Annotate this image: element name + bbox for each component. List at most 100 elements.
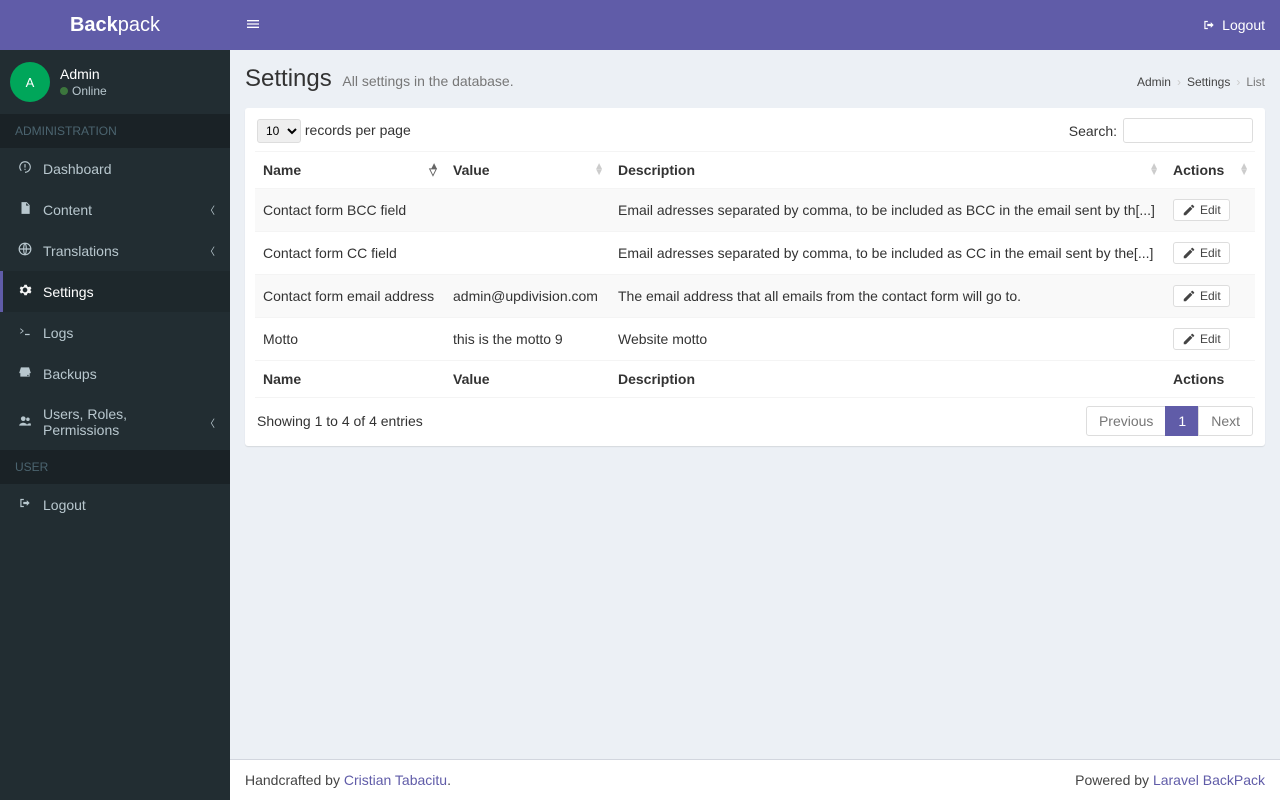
content-header: Settings All settings in the database. A…: [230, 50, 1280, 93]
col-actions[interactable]: Actions▲▼: [1165, 152, 1255, 189]
sidebar-item-label: Logout: [43, 497, 215, 513]
foot-name: Name: [255, 361, 445, 398]
sidebar-item-label: Users, Roles, Permissions: [43, 406, 205, 438]
cell-value: [445, 232, 610, 275]
page-1[interactable]: 1: [1165, 406, 1199, 436]
cell-description: Email adresses separated by comma, to be…: [610, 189, 1165, 232]
logout-button[interactable]: Logout: [1202, 17, 1265, 33]
cell-name: Contact form email address: [255, 275, 445, 318]
footer: Handcrafted by Cristian Tabacitu. Powere…: [230, 759, 1280, 800]
sidebar-item-content[interactable]: Content 〈: [0, 189, 230, 230]
sort-icon: ▲▼: [1239, 164, 1249, 176]
pencil-icon: [1182, 203, 1196, 217]
foot-value: Value: [445, 361, 610, 398]
sidebar-item-settings[interactable]: Settings: [0, 271, 230, 312]
logout-label: Logout: [1222, 17, 1265, 33]
edit-button[interactable]: Edit: [1173, 242, 1230, 264]
cell-name: Contact form BCC field: [255, 189, 445, 232]
signout-icon: [15, 496, 35, 513]
file-icon: [15, 201, 35, 218]
dashboard-icon: [15, 160, 35, 177]
edit-button[interactable]: Edit: [1173, 285, 1230, 307]
user-status: Online: [60, 85, 107, 97]
chevron-right-icon: ›: [1177, 75, 1181, 89]
pagination: Previous 1 Next: [1087, 406, 1253, 436]
cell-actions: Edit: [1165, 275, 1255, 318]
search-input[interactable]: [1123, 118, 1253, 143]
data-box: 10 records per page Search: Name▲▽ Value…: [245, 108, 1265, 446]
sidebar-item-dashboard[interactable]: Dashboard: [0, 148, 230, 189]
sidebar-item-label: Logs: [43, 325, 215, 341]
chevron-left-icon: 〈: [205, 243, 215, 258]
col-value[interactable]: Value ▲▼: [445, 152, 610, 189]
cell-description: The email address that all emails from t…: [610, 275, 1165, 318]
cell-actions: Edit: [1165, 318, 1255, 361]
user-status-text: Online: [72, 85, 107, 97]
sidebar-item-logs[interactable]: Logs: [0, 312, 230, 353]
signout-icon: [1202, 18, 1216, 32]
col-name[interactable]: Name▲▽: [255, 152, 445, 189]
page-title: Settings All settings in the database.: [245, 65, 514, 93]
nav-header-user: USER: [0, 450, 230, 484]
footer-left-suffix: .: [447, 772, 451, 788]
chevron-left-icon: 〈: [205, 415, 215, 430]
user-name: Admin: [60, 67, 107, 81]
page-subtitle: All settings in the database.: [342, 73, 513, 89]
cell-description: Email adresses separated by comma, to be…: [610, 232, 1165, 275]
brand-light: pack: [118, 14, 160, 36]
page-prev[interactable]: Previous: [1086, 406, 1166, 436]
sort-icon: ▲▼: [594, 164, 604, 176]
cell-actions: Edit: [1165, 189, 1255, 232]
breadcrumb-admin[interactable]: Admin: [1137, 75, 1171, 89]
table-row: Contact form email addressadmin@updivisi…: [255, 275, 1255, 318]
sidebar: Backpack A Admin Online ADMINISTRATION D…: [0, 0, 230, 800]
per-page-label: records per page: [305, 122, 411, 138]
chevron-right-icon: ›: [1236, 75, 1240, 89]
cell-value: [445, 189, 610, 232]
table-row: Mottothis is the motto 9Website mottoEdi…: [255, 318, 1255, 361]
footer-author-link[interactable]: Cristian Tabacitu: [344, 772, 447, 788]
col-label: Description: [618, 162, 695, 178]
edit-label: Edit: [1200, 246, 1221, 260]
sidebar-item-backups[interactable]: Backups: [0, 353, 230, 394]
settings-table: Name▲▽ Value ▲▼ Description ▲▼ Actions▲▼ C…: [255, 151, 1255, 398]
edit-label: Edit: [1200, 332, 1221, 346]
hamburger-icon[interactable]: [245, 16, 261, 35]
gear-icon: [15, 283, 35, 300]
sidebar-item-label: Content: [43, 202, 205, 218]
edit-button[interactable]: Edit: [1173, 199, 1230, 221]
page-next[interactable]: Next: [1198, 406, 1253, 436]
avatar: A: [10, 62, 50, 102]
cell-value: this is the motto 9: [445, 318, 610, 361]
brand-logo[interactable]: Backpack: [0, 0, 230, 50]
sidebar-item-logout[interactable]: Logout: [0, 484, 230, 525]
pencil-icon: [1182, 332, 1196, 346]
search-label: Search:: [1069, 123, 1117, 139]
edit-label: Edit: [1200, 289, 1221, 303]
status-dot-icon: [60, 87, 68, 95]
foot-description: Description: [610, 361, 1165, 398]
pencil-icon: [1182, 246, 1196, 260]
sidebar-item-label: Settings: [43, 284, 215, 300]
sidebar-item-translations[interactable]: Translations 〈: [0, 230, 230, 271]
pencil-icon: [1182, 289, 1196, 303]
col-label: Value: [453, 162, 490, 178]
sidebar-item-label: Translations: [43, 243, 205, 259]
hdd-icon: [15, 365, 35, 382]
per-page-select[interactable]: 10: [257, 119, 301, 143]
col-label: Name: [263, 162, 301, 178]
top-nav: Logout: [230, 0, 1280, 50]
sort-icon: ▲▼: [1149, 164, 1159, 176]
globe-icon: [15, 242, 35, 259]
edit-button[interactable]: Edit: [1173, 328, 1230, 350]
cell-actions: Edit: [1165, 232, 1255, 275]
sidebar-item-users[interactable]: Users, Roles, Permissions 〈: [0, 394, 230, 450]
nav-header-admin: ADMINISTRATION: [0, 114, 230, 148]
breadcrumb-settings[interactable]: Settings: [1187, 75, 1230, 89]
col-description[interactable]: Description ▲▼: [610, 152, 1165, 189]
footer-backpack-link[interactable]: Laravel BackPack: [1153, 772, 1265, 788]
table-info: Showing 1 to 4 of 4 entries: [257, 413, 423, 429]
table-row: Contact form BCC field Email adresses sep…: [255, 189, 1255, 232]
per-page-control: 10 records per page: [257, 119, 411, 143]
table-row: Contact form CC fieldEmail adresses sepa…: [255, 232, 1255, 275]
